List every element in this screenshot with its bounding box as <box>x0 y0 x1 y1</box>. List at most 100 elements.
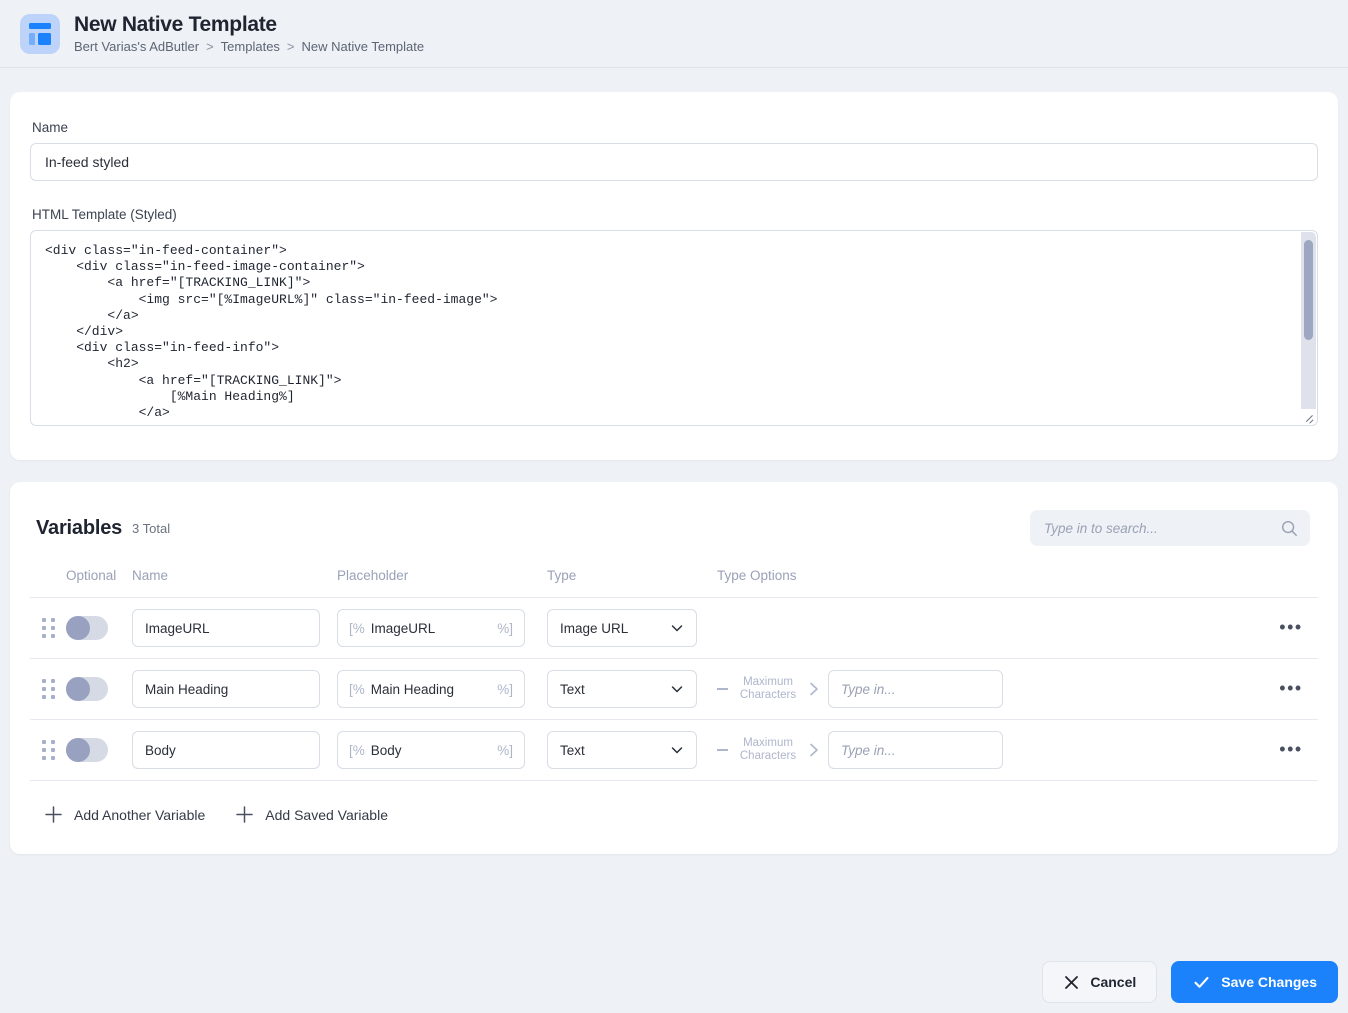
variables-count: 3 Total <box>132 520 171 536</box>
placeholder-close-token: %] <box>497 681 513 697</box>
page-title: New Native Template <box>74 12 277 36</box>
max-characters-group: Maximum Characters <box>717 670 1264 708</box>
variable-placeholder-field[interactable]: [% Main Heading %] <box>337 670 525 708</box>
variable-type-select[interactable]: Image URL <box>547 609 697 647</box>
max-characters-label-line1: Maximum <box>743 676 793 688</box>
row-menu-cell: ••• <box>1264 740 1318 760</box>
table-row: [% Main Heading %] Text Maximum <box>30 659 1318 720</box>
variables-header: Variables 3 Total <box>30 510 1318 546</box>
editor-scrollbar[interactable] <box>1301 232 1316 424</box>
template-layout-icon <box>20 13 60 54</box>
row-more-options-button[interactable]: ••• <box>1279 678 1302 698</box>
col-header-name: Name <box>132 568 169 583</box>
html-template-label: HTML Template (Styled) <box>32 207 177 222</box>
add-saved-variable-button[interactable]: Add Saved Variable <box>235 805 388 824</box>
variable-placeholder-field[interactable]: [% ImageURL %] <box>337 609 525 647</box>
save-button-label: Save Changes <box>1221 974 1317 990</box>
placeholder-value: ImageURL <box>370 620 436 636</box>
row-optional-cell <box>66 616 132 640</box>
row-drag-cell <box>30 679 66 699</box>
icon-main-pane <box>38 32 51 45</box>
row-name-cell <box>132 731 337 769</box>
optional-toggle[interactable] <box>66 677 108 701</box>
variables-search[interactable] <box>1030 510 1310 546</box>
placeholder-close-token: %] <box>497 620 513 636</box>
check-icon <box>1194 976 1209 988</box>
max-characters-label: Maximum Characters <box>734 676 802 702</box>
max-characters-input[interactable] <box>828 670 1003 708</box>
row-placeholder-cell: [% Main Heading %] <box>337 670 547 708</box>
save-button[interactable]: Save Changes <box>1171 961 1338 1003</box>
breadcrumb: Bert Varias's AdButler > Templates > New… <box>74 39 424 54</box>
html-template-code[interactable]: <div class="in-feed-container"> <div cla… <box>31 231 1317 425</box>
html-template-editor[interactable]: <div class="in-feed-container"> <div cla… <box>30 230 1318 426</box>
col-header-type-options: Type Options <box>717 568 797 583</box>
add-another-variable-label: Add Another Variable <box>74 806 206 823</box>
row-placeholder-cell: [% ImageURL %] <box>337 609 547 647</box>
col-header-optional: Optional <box>66 568 117 583</box>
variable-name-input[interactable] <box>132 670 320 708</box>
breadcrumb-separator: > <box>206 39 214 55</box>
chevron-down-icon <box>671 625 683 632</box>
variable-type-select[interactable]: Text <box>547 731 697 769</box>
table-row: [% Body %] Text Maximum C <box>30 720 1318 781</box>
variable-placeholder-field[interactable]: [% Body %] <box>337 731 525 769</box>
variable-type-select[interactable]: Text <box>547 670 697 708</box>
optional-toggle[interactable] <box>66 738 108 762</box>
row-menu-cell: ••• <box>1264 618 1318 638</box>
row-more-options-button[interactable]: ••• <box>1279 617 1302 637</box>
max-characters-label: Maximum Characters <box>734 737 802 763</box>
variables-table-header: Optional Name Placeholder Type Type Opti… <box>30 568 1318 598</box>
max-characters-input[interactable] <box>828 731 1003 769</box>
variables-title: Variables <box>36 516 123 539</box>
minus-icon <box>717 688 728 690</box>
arrow-right-icon <box>810 682 818 696</box>
chevron-down-icon <box>671 747 683 754</box>
row-optional-cell <box>66 738 132 762</box>
row-drag-cell <box>30 740 66 760</box>
row-type-options-cell: Maximum Characters <box>717 670 1264 708</box>
row-menu-cell: ••• <box>1264 679 1318 699</box>
placeholder-open-token: [% <box>349 620 365 636</box>
drag-handle-icon[interactable] <box>42 679 56 699</box>
row-optional-cell <box>66 677 132 701</box>
name-field-label: Name <box>32 120 69 135</box>
icon-left-column <box>29 32 35 45</box>
search-input[interactable] <box>1042 519 1280 537</box>
breadcrumb-item-templates[interactable]: Templates <box>221 39 280 54</box>
arrow-right-icon <box>810 743 818 757</box>
max-characters-label-line2: Characters <box>739 750 797 762</box>
placeholder-open-token: [% <box>349 681 365 697</box>
placeholder-open-token: [% <box>349 742 365 758</box>
icon-top-bar <box>29 22 51 29</box>
optional-toggle[interactable] <box>66 616 108 640</box>
row-type-cell: Text <box>547 670 717 708</box>
row-more-options-button[interactable]: ••• <box>1279 739 1302 759</box>
variable-name-input[interactable] <box>132 731 320 769</box>
page-header: New Native Template Bert Varias's AdButl… <box>0 0 1348 68</box>
placeholder-value: Body <box>370 742 402 758</box>
name-input[interactable] <box>30 143 1318 181</box>
editor-resize-handle[interactable] <box>1301 409 1316 424</box>
drag-handle-icon[interactable] <box>42 618 56 638</box>
variable-name-input[interactable] <box>132 609 320 647</box>
col-header-type: Type <box>547 568 577 583</box>
add-another-variable-button[interactable]: Add Another Variable <box>44 805 205 824</box>
chevron-down-icon <box>671 686 683 693</box>
breadcrumb-separator: > <box>286 39 295 55</box>
add-saved-variable-label: Add Saved Variable <box>265 806 388 823</box>
breadcrumb-item-account[interactable]: Bert Varias's AdButler <box>74 39 199 54</box>
breadcrumb-item-current: New Native Template <box>301 39 425 55</box>
row-name-cell <box>132 609 337 647</box>
variables-card: Variables 3 Total Optional Name Placehol… <box>10 482 1338 854</box>
editor-scrollbar-thumb[interactable] <box>1304 240 1313 340</box>
header-text-group: New Native Template Bert Varias's AdButl… <box>74 13 424 54</box>
cancel-button[interactable]: Cancel <box>1042 961 1158 1003</box>
placeholder-close-token: %] <box>497 742 513 758</box>
cancel-button-label: Cancel <box>1090 974 1137 990</box>
row-placeholder-cell: [% Body %] <box>337 731 547 769</box>
table-row: [% ImageURL %] Image URL ••• <box>30 598 1318 659</box>
drag-handle-icon[interactable] <box>42 740 56 760</box>
plus-icon <box>45 806 62 823</box>
row-name-cell <box>132 670 337 708</box>
